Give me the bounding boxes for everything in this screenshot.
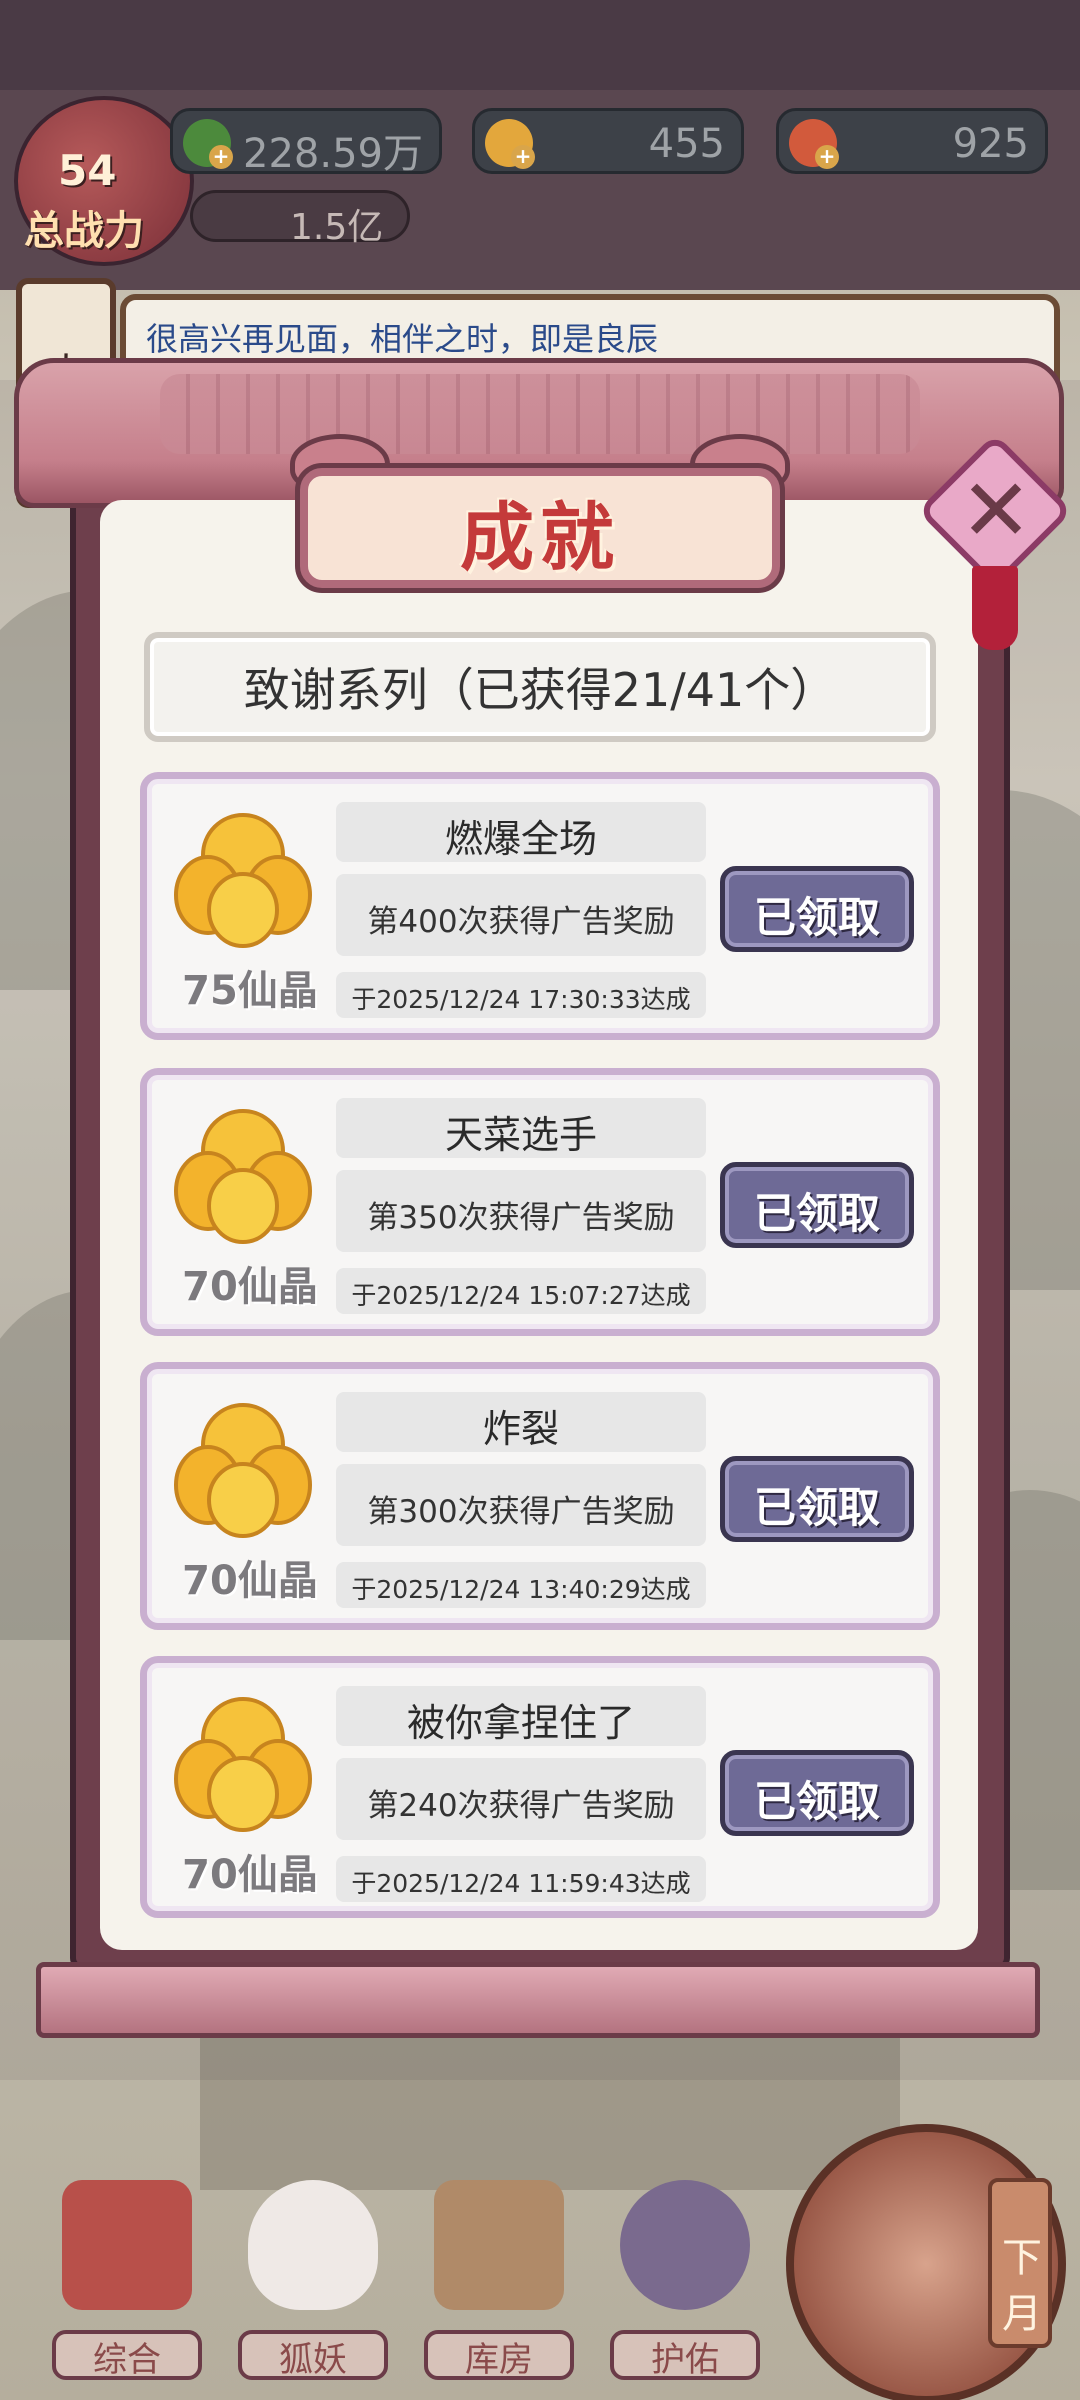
achievement-name: 燃爆全场 — [444, 817, 597, 861]
nav-general[interactable]: 综合 — [52, 2180, 202, 2380]
achievement-desc: 第240次获得广告奖励 — [367, 1788, 675, 1824]
currency-value: 925 — [952, 121, 1029, 167]
reward-amount: 70仙晶 — [182, 1264, 318, 1310]
roof-tiles — [160, 374, 920, 454]
immortal-crystal-icon — [174, 1109, 312, 1244]
status-bar — [0, 0, 1080, 90]
shrine-gate-icon — [62, 2180, 192, 2310]
immortal-crystal-icon — [174, 1403, 312, 1538]
achievement-desc: 第300次获得广告奖励 — [367, 1494, 675, 1530]
achievement-time: 于2025/12/24 13:40:29达成 — [351, 1575, 691, 1604]
add-icon[interactable]: + — [209, 145, 233, 169]
achievement-desc: 第350次获得广告奖励 — [367, 1200, 675, 1236]
close-icon[interactable]: ✕ — [948, 456, 1044, 566]
achievement-time: 于2025/12/24 15:07:27达成 — [351, 1281, 691, 1310]
combat-power-value: 1.5亿 — [290, 207, 384, 248]
series-label: 致谢系列（已获得21/41个） — [243, 663, 837, 717]
reward-amount: 70仙晶 — [182, 1558, 318, 1604]
nav-fox-spirit[interactable]: 狐妖 — [238, 2180, 388, 2380]
nav-label: 护佑 — [651, 2340, 719, 2380]
nav-label: 综合 — [93, 2340, 161, 2380]
currency-value: 455 — [648, 121, 725, 167]
claimed-button-label: 已领取 — [753, 1189, 880, 1238]
combat-power-number: 54 — [58, 146, 117, 195]
currency-value: 228.59万 — [243, 131, 423, 177]
reward-amount: 70仙晶 — [182, 1852, 318, 1898]
message-text: 很高兴再见面，相伴之时，即是良辰 — [146, 320, 659, 358]
add-icon[interactable]: + — [511, 145, 535, 169]
claimed-button-label: 已领取 — [753, 1483, 880, 1532]
nav-blessing[interactable]: 护佑 — [610, 2180, 760, 2380]
nav-storehouse[interactable]: 库房 — [424, 2180, 574, 2380]
achievement-desc: 第400次获得广告奖励 — [367, 904, 675, 940]
achievement-name: 被你拿捏住了 — [406, 1701, 635, 1745]
claimed-button-label: 已领取 — [753, 1777, 880, 1826]
next-month-label: 下月 — [1002, 2235, 1042, 2337]
achievement-name: 天菜选手 — [444, 1113, 597, 1157]
achievement-name: 炸裂 — [482, 1407, 559, 1451]
achievement-time: 于2025/12/24 17:30:33达成 — [351, 985, 691, 1014]
reward-amount: 75仙晶 — [182, 968, 318, 1014]
panel-base — [36, 1962, 1040, 2038]
immortal-crystal-icon — [174, 1697, 312, 1832]
currency-crystal[interactable]: + 455 — [472, 108, 744, 174]
claimed-button-label: 已领取 — [753, 893, 880, 942]
tassel-decoration — [972, 566, 1018, 650]
combat-power-label: 总战力 — [24, 208, 144, 254]
currency-leaf[interactable]: + 228.59万 — [170, 108, 442, 177]
achievement-time: 于2025/12/24 11:59:43达成 — [351, 1869, 691, 1898]
nav-label: 库房 — [465, 2340, 533, 2380]
currency-peach[interactable]: + 925 — [776, 108, 1048, 174]
add-icon[interactable]: + — [815, 145, 839, 169]
fox-mask-icon — [248, 2180, 378, 2310]
lotus-hands-icon — [620, 2180, 750, 2310]
nav-label: 狐妖 — [279, 2340, 347, 2380]
storehouse-icon — [434, 2180, 564, 2310]
immortal-crystal-icon — [174, 813, 312, 948]
modal-title: 成就 — [460, 495, 620, 581]
